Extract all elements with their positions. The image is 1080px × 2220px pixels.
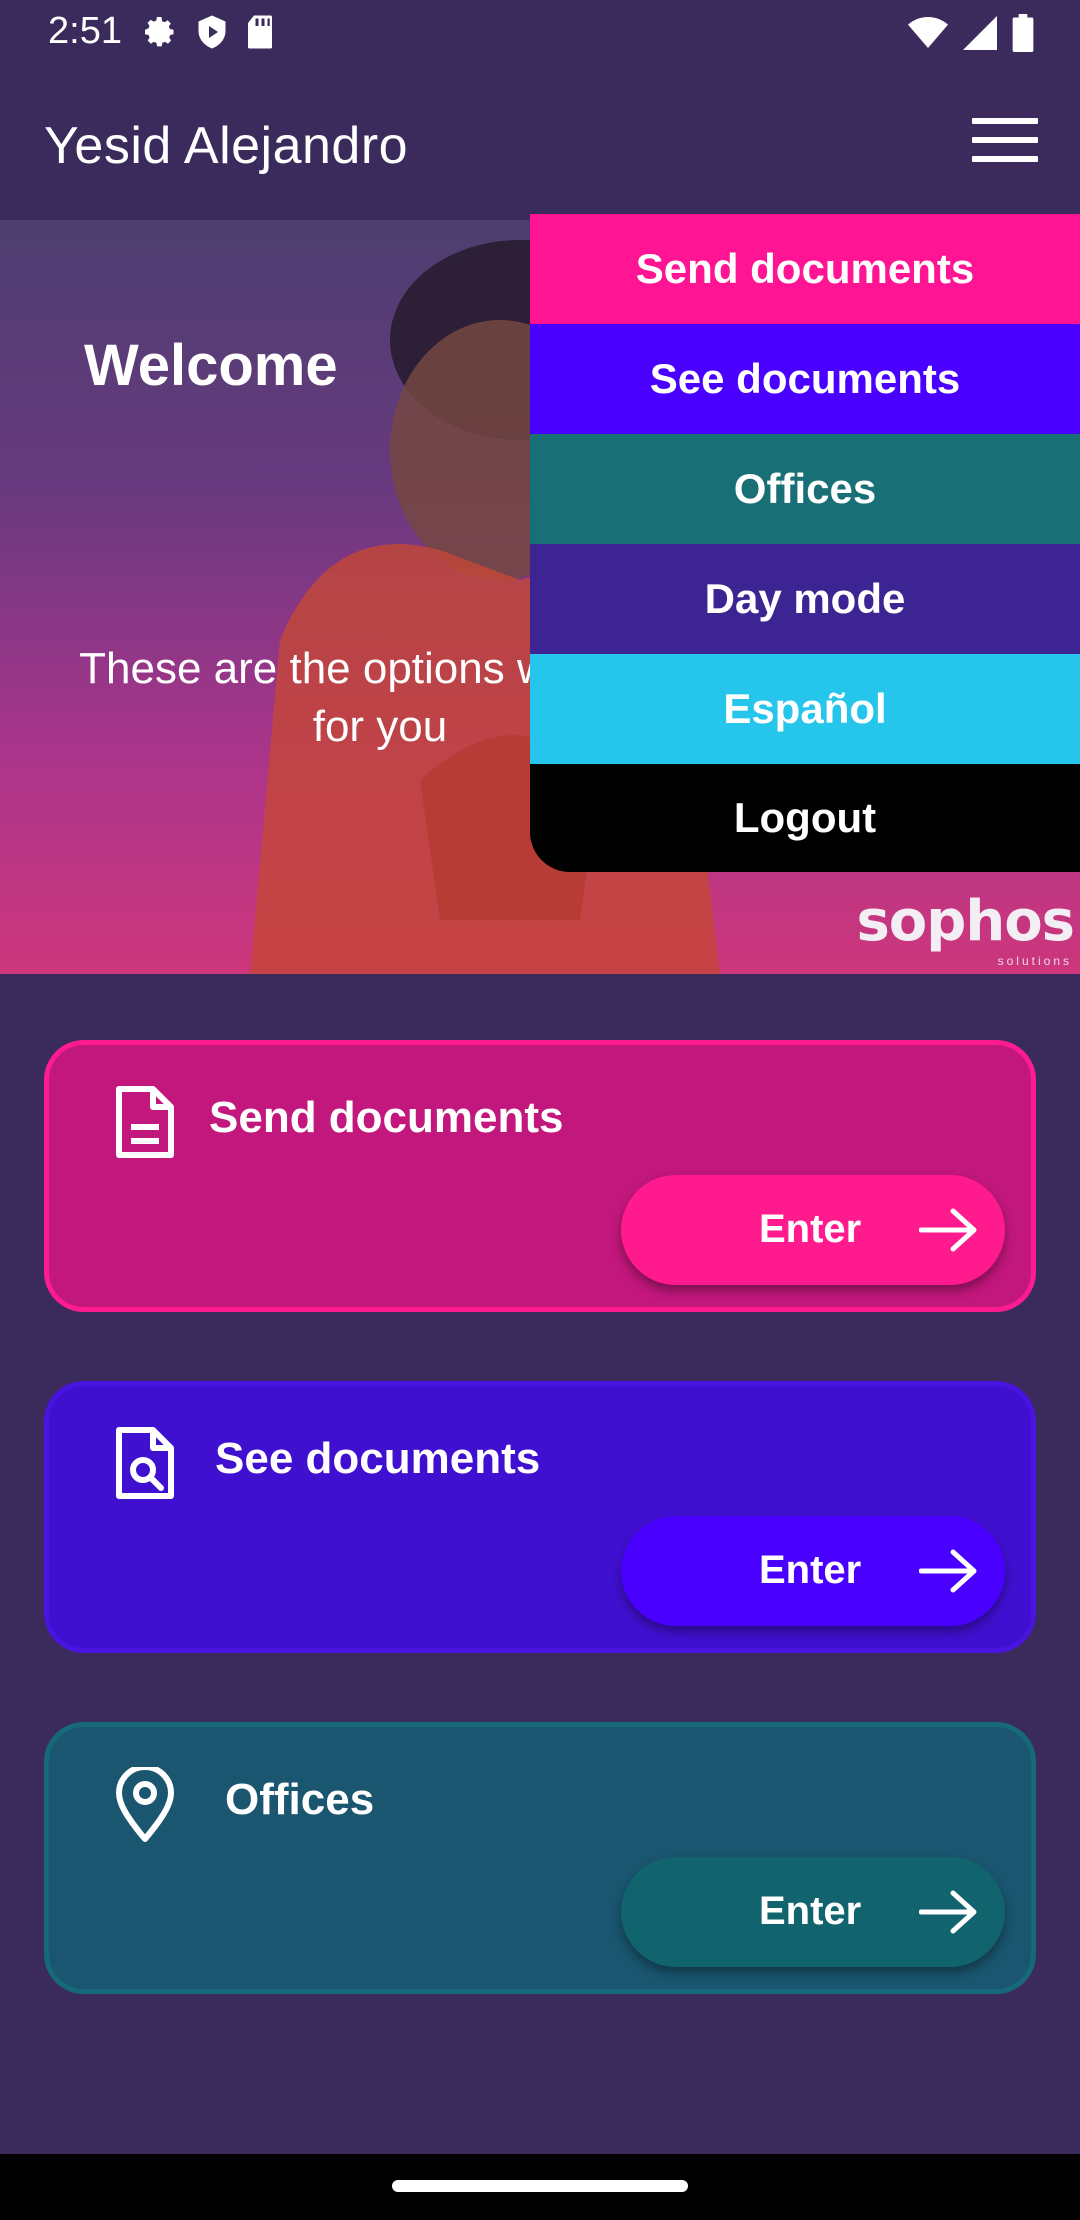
enter-label: Enter: [759, 1207, 862, 1251]
hamburger-icon[interactable]: [972, 118, 1038, 166]
enter-label: Enter: [759, 1889, 862, 1933]
enter-label: Enter: [759, 1548, 862, 1592]
welcome-heading: Welcome: [84, 333, 338, 398]
sd-card-icon: [248, 15, 272, 49]
menu-item-espanol[interactable]: Español: [530, 654, 1080, 764]
shield-icon: [198, 15, 226, 49]
offices-card: Offices Enter: [44, 1722, 1036, 1994]
status-bar: 2:51: [0, 0, 1080, 66]
document-search-icon: [116, 1427, 174, 1499]
menu-item-logout[interactable]: Logout: [530, 764, 1080, 872]
wifi-icon: [908, 17, 948, 48]
arrow-right-icon: [919, 1890, 977, 1934]
status-time: 2:51: [48, 10, 122, 52]
navigation-bar: [0, 2154, 1080, 2220]
status-icons-left: [142, 14, 274, 50]
menu-item-offices[interactable]: Offices: [530, 434, 1080, 544]
app-title: Yesid Alejandro: [44, 117, 409, 175]
menu-item-see-documents[interactable]: See documents: [530, 324, 1080, 434]
see-documents-enter-button[interactable]: Enter: [621, 1516, 1005, 1626]
app-bar: Yesid Alejandro: [0, 66, 1080, 220]
home-handle[interactable]: [392, 2180, 688, 2192]
status-icons-right: [908, 14, 1034, 52]
sophos-logo: sophos: [856, 889, 1075, 954]
battery-icon: [1012, 14, 1034, 52]
send-documents-card: Send documents Enter: [44, 1040, 1036, 1312]
arrow-right-icon: [919, 1208, 977, 1252]
signal-icon: [963, 16, 997, 50]
menu-item-day-mode[interactable]: Day mode: [530, 544, 1080, 654]
menu-item-send-documents[interactable]: Send documents: [530, 214, 1080, 324]
arrow-right-icon: [919, 1549, 977, 1593]
dropdown-menu: Send documents See documents Offices Day…: [530, 214, 1080, 872]
see-documents-card: See documents Enter: [44, 1381, 1036, 1653]
offices-title: Offices: [225, 1775, 375, 1824]
send-documents-title: Send documents: [209, 1093, 564, 1142]
location-pin-icon: [116, 1767, 174, 1842]
see-documents-title: See documents: [215, 1434, 541, 1483]
document-icon: [116, 1086, 174, 1158]
sophos-logo-sub: solutions: [997, 954, 1072, 968]
gear-icon: [145, 17, 174, 47]
offices-enter-button[interactable]: Enter: [621, 1857, 1005, 1967]
send-documents-enter-button[interactable]: Enter: [621, 1175, 1005, 1285]
